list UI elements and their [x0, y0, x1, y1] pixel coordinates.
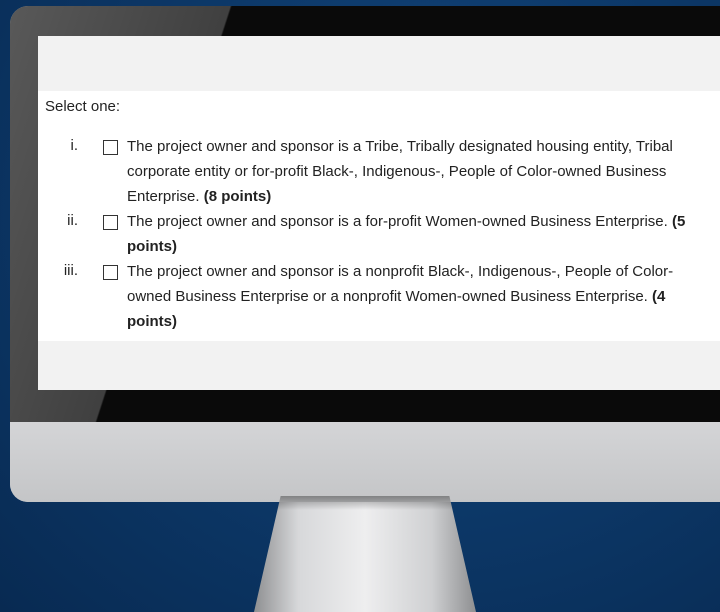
form-panel: Select one: i. The project owner and spo…	[38, 91, 720, 341]
stand-shadow	[277, 496, 453, 510]
option-numeral: i.	[70, 137, 79, 154]
question-prompt: Select one:	[45, 98, 121, 115]
option-iii-checkbox[interactable]	[103, 265, 118, 280]
option-description: The project owner and sponsor is a for-p…	[127, 213, 668, 230]
option-text: The project owner and sponsor is a nonpr…	[127, 259, 707, 334]
option-i-checkbox[interactable]	[103, 140, 118, 155]
option-text: The project owner and sponsor is a Tribe…	[127, 134, 707, 209]
monitor-screen: Select one: i. The project owner and spo…	[38, 36, 720, 390]
option-description: The project owner and sponsor is a nonpr…	[127, 263, 674, 305]
monitor-chin	[10, 422, 720, 502]
option-numeral: iii.	[63, 262, 78, 279]
option-ii-checkbox[interactable]	[103, 215, 118, 230]
points-label: (8 points)	[203, 188, 272, 205]
option-numeral: ii.	[67, 212, 78, 229]
monitor-stand	[254, 496, 476, 612]
option-text: The project owner and sponsor is a for-p…	[127, 209, 707, 259]
